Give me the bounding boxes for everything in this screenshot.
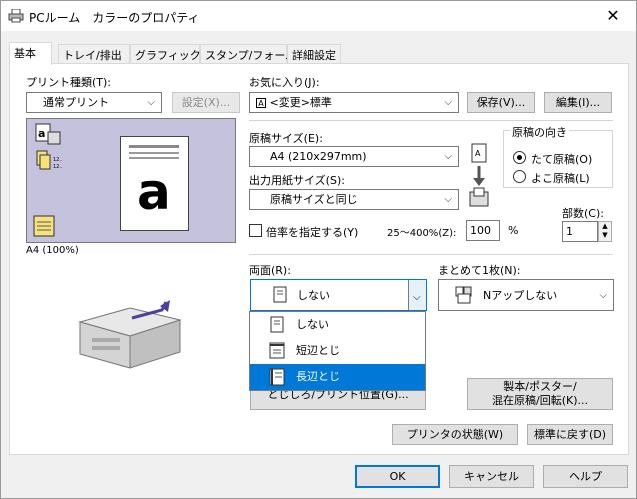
favorite-icon: A bbox=[256, 98, 266, 108]
output-size-select[interactable]: 原稿サイズと同じ ⌵ bbox=[249, 189, 459, 210]
preview-page: a bbox=[120, 136, 189, 231]
properties-dialog: PCルーム カラーのプロパティ ✕ 基本 トレイ/排出 グラフィックス スタンプ… bbox=[0, 0, 637, 499]
duplex-none-icon bbox=[273, 286, 287, 303]
cancel-button[interactable]: キャンセル bbox=[449, 465, 534, 488]
duplex-value: しない bbox=[297, 289, 330, 302]
tab-stamp-form[interactable]: スタンプ/フォーム bbox=[200, 44, 296, 64]
basic-panel: プリント種類(T): 通常プリント ⌵ 設定(X)... a 12.. 12..… bbox=[9, 63, 629, 455]
output-size-value: 原稿サイズと同じ bbox=[270, 193, 358, 206]
duplex-option-short-edge[interactable]: 短辺とじ bbox=[250, 338, 425, 364]
duplex-option-label: 長辺とじ bbox=[296, 370, 340, 383]
print-type-settings-button[interactable]: 設定(X)... bbox=[172, 92, 240, 113]
ok-button[interactable]: OK bbox=[355, 465, 440, 488]
favorites-select[interactable]: A <変更>標準 ⌵ bbox=[249, 92, 459, 113]
spin-up-icon[interactable]: ▲ bbox=[599, 222, 611, 231]
duplex-option-long-edge[interactable]: 長辺とじ bbox=[250, 364, 425, 390]
svg-text:A: A bbox=[475, 149, 481, 158]
print-type-value: 通常プリント bbox=[43, 96, 109, 109]
booklet-line1: 製本/ポスター/ bbox=[503, 380, 577, 393]
portrait-label[interactable]: たて原稿(O) bbox=[531, 151, 592, 167]
spin-down-icon[interactable]: ▼ bbox=[599, 231, 611, 240]
short-edge-icon bbox=[269, 342, 285, 359]
edit-favorite-button[interactable]: 編集(I)... bbox=[544, 92, 612, 113]
tab-basic[interactable]: 基本 bbox=[9, 42, 52, 65]
output-size-label: 出力用紙サイズ(S): bbox=[249, 174, 345, 187]
printer-icon bbox=[8, 9, 24, 23]
favorites-value: <変更>標準 bbox=[269, 96, 332, 109]
window-title: PCルーム カラーのプロパティ bbox=[29, 11, 200, 25]
restore-defaults-button[interactable]: 標準に戻す(D) bbox=[527, 424, 613, 445]
duplex-option-label: しない bbox=[296, 318, 329, 331]
help-button[interactable]: ヘルプ bbox=[543, 465, 628, 488]
original-size-label: 原稿サイズ(E): bbox=[249, 132, 323, 145]
nup-label: まとめて1枚(N): bbox=[438, 264, 521, 277]
chevron-down-icon[interactable]: ⌵ bbox=[408, 280, 426, 310]
copies-spinner[interactable]: ▲ ▼ bbox=[598, 221, 612, 242]
save-favorite-button[interactable]: 保存(V)... bbox=[467, 92, 535, 113]
duplex-select[interactable]: しない ⌵ bbox=[250, 279, 427, 311]
orientation-label: 原稿の向き bbox=[510, 124, 569, 140]
preview-area: a 12.. 12.. a bbox=[26, 118, 236, 243]
preview-letter: a bbox=[137, 163, 171, 221]
title-bar: PCルーム カラーのプロパティ ✕ bbox=[1, 1, 636, 31]
booklet-poster-button[interactable]: 製本/ポスター/ 混在原稿/回転(K)... bbox=[467, 378, 613, 410]
document-icon bbox=[33, 215, 55, 237]
preview-caption: A4 (100%) bbox=[26, 245, 79, 256]
svg-text:12..: 12.. bbox=[53, 164, 63, 170]
separator bbox=[249, 120, 613, 121]
print-type-icons: a 12.. 12.. bbox=[35, 123, 63, 170]
print-type-label: プリント種類(T): bbox=[26, 76, 112, 89]
duplex-label: 両面(R): bbox=[249, 264, 291, 277]
duplex-option-label: 短辺とじ bbox=[296, 344, 340, 357]
original-size-select[interactable]: A4 (210x297mm) ⌵ bbox=[249, 146, 459, 167]
close-icon[interactable]: ✕ bbox=[590, 1, 636, 31]
duplex-dropdown-list: しない 短辺とじ 長辺とじ bbox=[249, 311, 426, 391]
tab-graphics[interactable]: グラフィックス bbox=[130, 44, 211, 64]
scale-input[interactable]: 100 bbox=[466, 220, 500, 241]
printer-status-button[interactable]: プリンタの状態(W) bbox=[392, 424, 518, 445]
print-type-select[interactable]: 通常プリント ⌵ bbox=[26, 92, 162, 113]
scale-unit: % bbox=[508, 224, 519, 237]
svg-text:a: a bbox=[38, 127, 45, 140]
scale-range-label: 25〜400%(Z): bbox=[387, 228, 457, 239]
paper-mapping-icon: A bbox=[469, 143, 489, 207]
landscape-label[interactable]: よこ原稿(L) bbox=[531, 170, 590, 186]
chevron-down-icon: ⌵ bbox=[599, 290, 607, 301]
scale-checkbox-label[interactable]: 倍率を指定する(Y) bbox=[266, 224, 358, 240]
original-size-value: A4 (210x297mm) bbox=[270, 150, 367, 163]
scale-checkbox[interactable] bbox=[249, 224, 262, 237]
copies-input[interactable]: 1 bbox=[562, 221, 598, 242]
svg-text:12..: 12.. bbox=[53, 157, 63, 163]
booklet-line2: 混在原稿/回転(K)... bbox=[492, 394, 588, 407]
chevron-down-icon: ⌵ bbox=[147, 97, 155, 108]
separator bbox=[249, 254, 613, 255]
tab-advanced[interactable]: 詳細設定 bbox=[287, 44, 341, 64]
portrait-radio[interactable] bbox=[513, 151, 526, 164]
duplex-option-none[interactable]: しない bbox=[250, 312, 425, 338]
long-edge-icon bbox=[269, 368, 285, 386]
duplex-none-icon bbox=[270, 316, 284, 333]
nup-value: Nアップしない bbox=[483, 289, 558, 302]
nup-icon bbox=[455, 286, 472, 304]
chevron-down-icon: ⌵ bbox=[444, 97, 452, 108]
landscape-radio[interactable] bbox=[513, 170, 526, 183]
tab-tray-output[interactable]: トレイ/排出 bbox=[58, 44, 130, 64]
chevron-down-icon: ⌵ bbox=[444, 151, 452, 162]
copies-label: 部数(C): bbox=[562, 207, 604, 220]
printer-illustration bbox=[78, 300, 182, 369]
favorites-label: お気に入り(J): bbox=[249, 76, 320, 89]
chevron-down-icon: ⌵ bbox=[444, 194, 452, 205]
nup-select[interactable]: Nアップしない ⌵ bbox=[438, 279, 614, 311]
